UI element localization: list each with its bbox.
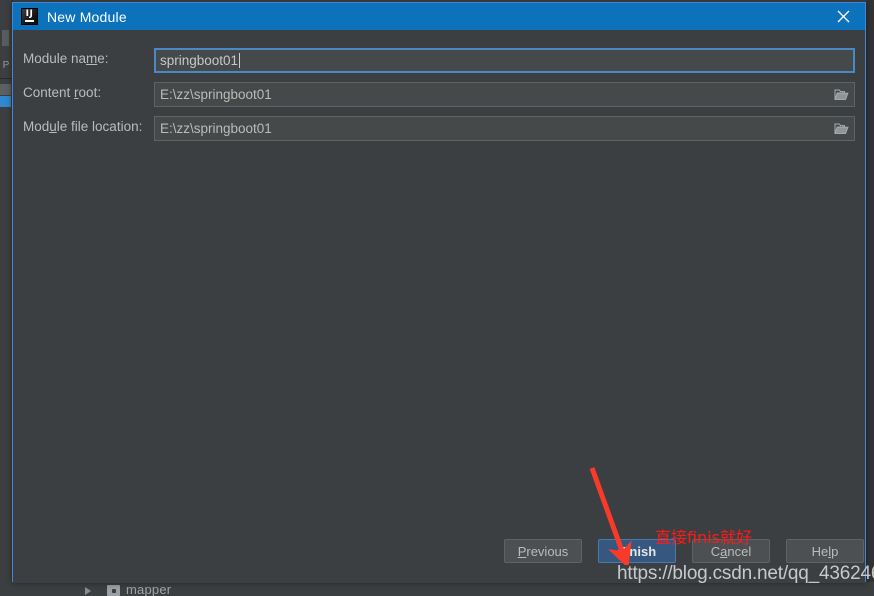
module-file-location-input[interactable]: E:\zz\springboot01 [154,116,855,141]
module-name-value: springboot01 [160,53,239,68]
module-file-location-label-mnemonic: u [49,119,57,134]
toolwindow-chip-active [0,96,11,107]
content-root-label-part1: Content [23,85,75,100]
content-root-value: E:\zz\springboot01 [160,87,272,102]
new-module-dialog: IJ New Module Module name: springboot01 … [12,2,866,583]
module-file-location-label-part1: Mod [23,119,50,134]
content-root-input[interactable]: E:\zz\springboot01 [154,82,855,107]
dialog-titlebar[interactable]: IJ New Module [13,3,865,30]
module-file-location-value: E:\zz\springboot01 [160,121,272,136]
intellij-idea-icon-text: IJ [25,9,34,19]
previous-button-label-part2: revious [526,543,569,559]
content-root-label-part2: oot: [78,85,102,100]
dialog-title: New Module [47,8,127,25]
finish-button-mnemonic: F [617,543,626,559]
module-name-input[interactable]: springboot01 [154,48,855,73]
folder-icon [833,123,849,134]
toolwindow-divider [0,78,12,79]
chevron-right-icon[interactable] [85,587,91,595]
help-button[interactable]: He l p [786,539,864,563]
toolwindow-chip-scrollbar [2,30,9,46]
form-row-module-name: Module name: springboot01 [13,48,865,73]
finish-button-label-part2: inish [625,543,657,559]
help-button-label-part2: p [831,543,839,559]
previous-button[interactable]: Previous [504,539,582,563]
close-icon [837,10,849,23]
intellij-idea-icon: IJ [21,8,38,25]
form-row-content-root: Content root: E:\zz\springboot01 [13,82,865,107]
watermark-url: https://blog.csdn.net/qq_43624670 [617,563,874,584]
ide-right-edge-bar [866,0,874,596]
form-row-module-file-location: Module file location: E:\zz\springboot01 [13,116,865,141]
text-caret [239,53,241,68]
close-button[interactable] [821,3,865,30]
module-file-location-browse-button[interactable] [828,117,854,140]
content-root-label: Content root: [23,85,153,100]
content-root-browse-button[interactable] [828,83,854,106]
folder-icon [107,585,120,596]
module-name-label-mnemonic: m [86,51,98,66]
intellij-idea-icon-bar [25,20,34,22]
previous-button-mnemonic: P [517,543,527,559]
content-root-field-wrap: E:\zz\springboot01 [154,82,855,107]
module-name-field-wrap: springboot01 [154,48,855,73]
toolwindow-chip-inactive [0,84,11,95]
module-file-location-label: Module file location: [23,119,153,134]
module-file-location-label-part2: le file location: [56,119,143,134]
sidebar-item-project[interactable]: P [0,60,12,72]
dialog-body: Module name: springboot01 Content root: … [13,30,865,583]
module-name-label-part1: Module na [23,51,87,66]
help-button-label-part1: He [811,543,829,559]
tree-item-label: mapper [126,582,172,596]
module-name-label-part2: e: [97,51,109,66]
module-file-location-field-wrap: E:\zz\springboot01 [154,116,855,141]
annotation-note: 直接finis就好 [655,528,753,547]
screen: P mapper IJ New Module Module name: spri… [0,0,874,596]
module-name-label: Module name: [23,51,153,66]
folder-icon [833,89,849,100]
